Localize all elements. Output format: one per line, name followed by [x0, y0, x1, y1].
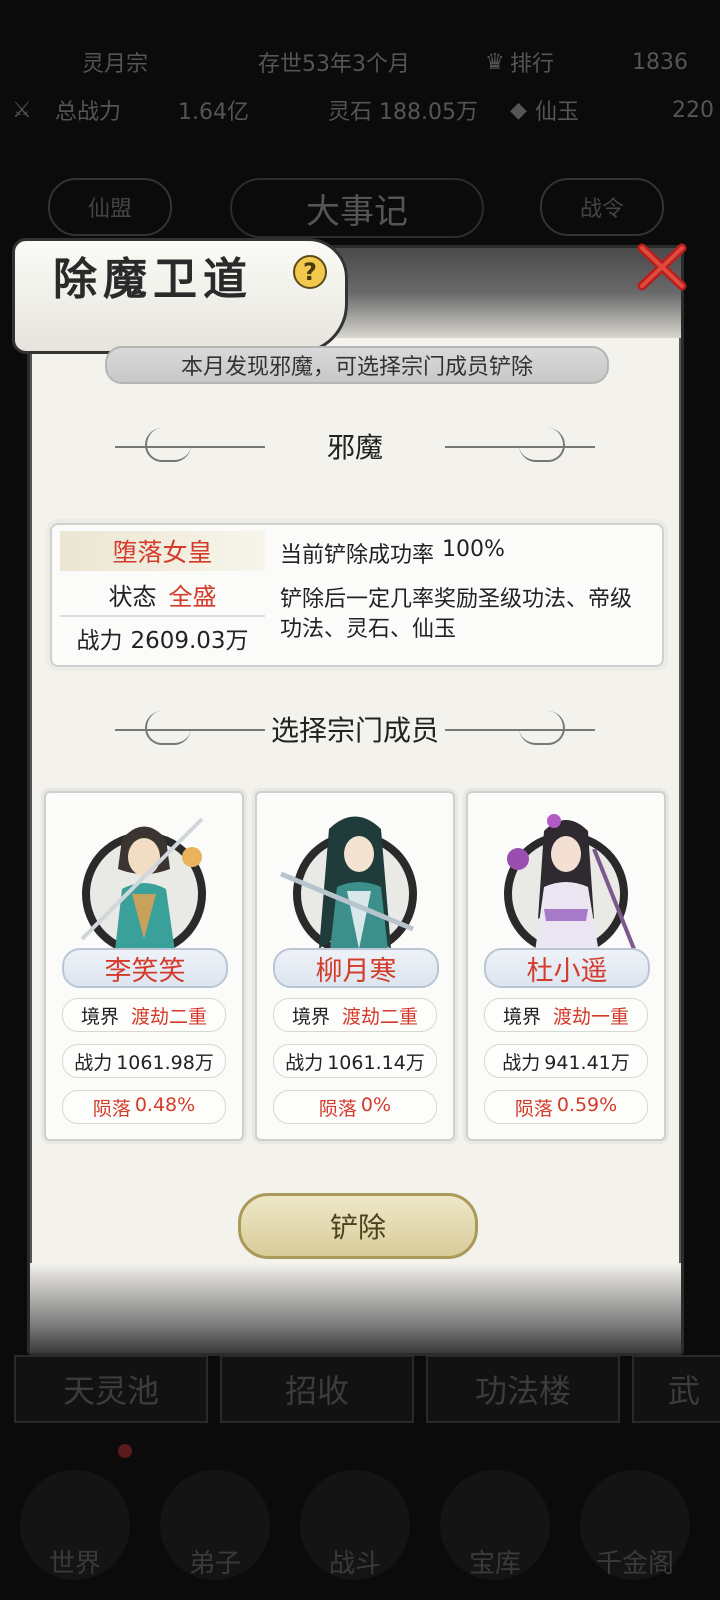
background-tabs: 仙盟 大事记 战令 — [0, 178, 720, 238]
member-card-2[interactable]: 柳月寒 境界 渡劫二重 战力 1061.14万 陨落 0% — [255, 791, 455, 1141]
fall-text: 陨落 0% — [319, 1094, 391, 1121]
member-portrait — [504, 814, 636, 959]
power-label: 战力 — [502, 1051, 541, 1074]
demon-section-title: 邪魔 — [326, 431, 383, 464]
realm-label: 境界 — [80, 1005, 119, 1028]
member-name: 柳月寒 — [273, 948, 439, 988]
eliminate-button[interactable]: 铲除 — [238, 1193, 478, 1259]
notification-dot — [118, 1444, 132, 1458]
demon-hunt-dialog: 除魔卫道 ? 本月发现邪魔，可选择宗门成员铲除 邪魔 堕落女皇 状态 全盛 战力… — [12, 238, 687, 1356]
dialog-bottom-decoration — [30, 1263, 681, 1353]
tab-battle-pass: 战令 — [540, 178, 664, 236]
dialog-title: 除魔卫道 — [53, 254, 253, 305]
notice-banner: 本月发现邪魔，可选择宗门成员铲除 — [105, 346, 609, 384]
power-text: 战力 941.41万 — [502, 1048, 630, 1075]
member-section-header: 选择宗门成员 — [105, 705, 605, 755]
fall-label: 陨落 — [514, 1097, 553, 1120]
success-rate-value: 100% — [442, 537, 505, 562]
power-value: 1061.98万 — [116, 1051, 214, 1074]
fall-label: 陨落 — [318, 1097, 357, 1120]
nav-disciples: 弟子 — [160, 1470, 270, 1580]
power-text: 战力 1061.98万 — [74, 1048, 214, 1075]
building-recruit: 招收 — [220, 1355, 414, 1423]
demon-info-card: 堕落女皇 状态 全盛 战力 2609.03万 当前铲除成功率 100% 铲除后一… — [50, 523, 664, 667]
member-power: 战力 1061.98万 — [62, 1044, 226, 1078]
power-label: 战力 — [285, 1051, 324, 1074]
jade-label: 仙玉 — [535, 100, 580, 125]
member-realm: 境界 渡劫一重 — [484, 998, 648, 1032]
realm-value: 渡劫二重 — [131, 1005, 208, 1028]
fall-value: 0% — [360, 1093, 392, 1116]
background-buildings: 天灵池 招收 功法楼 武 — [0, 1355, 720, 1425]
total-power-label: 总战力 — [55, 100, 122, 125]
fall-label: 陨落 — [92, 1097, 131, 1120]
building-martial: 武 — [632, 1355, 720, 1423]
member-realm: 境界 渡劫二重 — [273, 998, 437, 1032]
realm-label: 境界 — [291, 1005, 330, 1028]
building-skill-tower: 功法楼 — [426, 1355, 620, 1423]
member-power: 战力 1061.14万 — [273, 1044, 437, 1078]
fall-text: 陨落 0.59% — [515, 1094, 617, 1121]
nav-battle: 战斗 — [300, 1470, 410, 1580]
power-icon: ⚔ — [12, 97, 32, 123]
rank-value: 1836 — [632, 49, 688, 75]
help-icon[interactable]: ? — [293, 255, 327, 289]
member-power: 战力 941.41万 — [484, 1044, 648, 1078]
rank-label: 排行 — [510, 52, 555, 77]
member-list: 李笑笑 境界 渡劫二重 战力 1061.98万 陨落 0.48% 柳月寒 境界 … — [44, 791, 666, 1141]
nav-pavilion: 千金阁 — [580, 1470, 690, 1580]
member-fall-rate: 陨落 0.48% — [62, 1090, 226, 1124]
jade-icon: ◆ — [510, 97, 527, 123]
background-header: 灵月宗 存世53年3个月 ♛ 排行 1836 ⚔ 总战力 1.64亿 灵石 18… — [0, 0, 720, 150]
power-value: 1061.14万 — [327, 1051, 425, 1074]
spirit-stone: 灵石 188.05万 — [328, 100, 478, 125]
power-text: 战力 1061.14万 — [285, 1048, 425, 1075]
building-spirit-pool: 天灵池 — [14, 1355, 208, 1423]
member-card-3[interactable]: 杜小遥 境界 渡劫一重 战力 941.41万 陨落 0.59% — [466, 791, 666, 1141]
member-fall-rate: 陨落 0.59% — [484, 1090, 648, 1124]
fall-text: 陨落 0.48% — [93, 1094, 195, 1121]
status-value: 全盛 — [168, 582, 217, 611]
demon-power: 战力 2609.03万 — [60, 617, 265, 659]
jade-value: 220 — [672, 97, 714, 123]
survival-time: 存世53年3个月 — [258, 52, 410, 77]
total-power-value: 1.64亿 — [178, 100, 249, 125]
fall-value: 0.48% — [134, 1093, 196, 1116]
reward-description: 铲除后一定几率奖励圣级功法、帝级功法、灵石、仙玉 — [280, 587, 633, 642]
realm-value: 渡劫一重 — [553, 1005, 630, 1028]
nav-world: 世界 — [20, 1470, 130, 1580]
power-value: 941.41万 — [544, 1051, 630, 1074]
sect-name: 灵月宗 — [82, 52, 149, 77]
tab-alliance: 仙盟 — [48, 178, 172, 236]
demon-status: 状态 全盛 — [60, 573, 265, 617]
power-label: 战力 — [74, 1051, 113, 1074]
member-portrait — [280, 816, 417, 959]
member-section-title: 选择宗门成员 — [270, 714, 439, 747]
status-label: 状态 — [108, 582, 157, 611]
realm-value: 渡劫二重 — [342, 1005, 419, 1028]
member-realm: 境界 渡劫二重 — [62, 998, 226, 1032]
member-portrait — [80, 817, 206, 959]
power-label: 战力 — [76, 628, 123, 654]
background-bottom-nav: 世界 弟子 战斗 宝库 千金阁 — [0, 1444, 720, 1600]
member-name: 杜小遥 — [484, 948, 650, 988]
success-rate-label: 当前铲除成功率 — [280, 543, 435, 568]
member-card-1[interactable]: 李笑笑 境界 渡劫二重 战力 1061.98万 陨落 0.48% — [44, 791, 244, 1141]
power-value: 2609.03万 — [130, 628, 249, 654]
fall-value: 0.59% — [556, 1093, 618, 1116]
chronicle-title: 大事记 — [230, 178, 484, 238]
rank-icon: ♛ — [485, 49, 505, 75]
member-fall-rate: 陨落 0% — [273, 1090, 437, 1124]
demon-name: 堕落女皇 — [60, 531, 265, 571]
title-scroll: 除魔卫道 ? — [12, 238, 348, 354]
member-name: 李笑笑 — [62, 948, 228, 988]
realm-label: 境界 — [502, 1005, 541, 1028]
demon-section-header: 邪魔 — [105, 422, 605, 472]
nav-treasury: 宝库 — [440, 1470, 550, 1580]
close-icon[interactable] — [632, 236, 692, 296]
success-rate: 当前铲除成功率 100% — [280, 537, 505, 569]
